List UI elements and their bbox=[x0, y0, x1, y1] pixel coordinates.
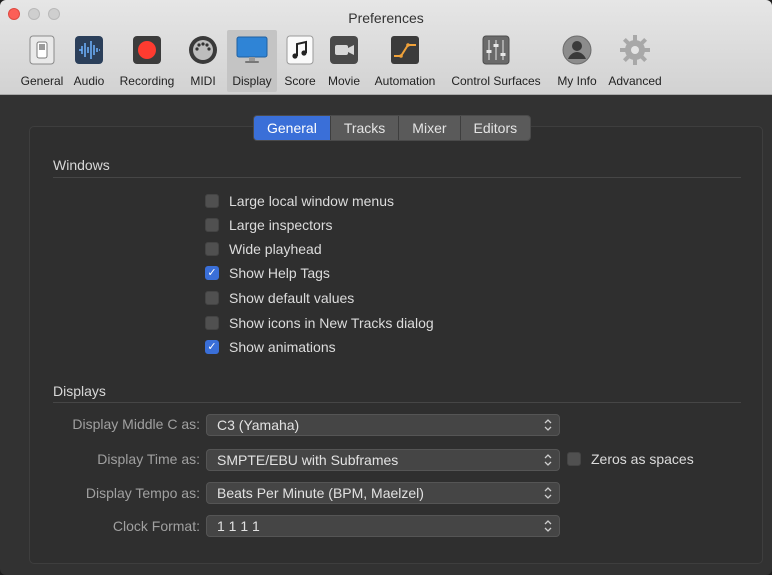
option-large-inspectors[interactable]: Large inspectors bbox=[205, 215, 333, 235]
checkbox-label: Large inspectors bbox=[229, 217, 333, 233]
toolbar-label: Recording bbox=[119, 74, 175, 88]
checkbox-label: Show Help Tags bbox=[229, 265, 330, 281]
checkbox[interactable] bbox=[205, 242, 219, 256]
toolbar-audio[interactable]: Audio bbox=[70, 30, 108, 92]
option-show-icons-new-tracks[interactable]: Show icons in New Tracks dialog bbox=[205, 313, 434, 333]
checkbox-label: Wide playhead bbox=[229, 241, 322, 257]
option-show-help-tags[interactable]: ✓ Show Help Tags bbox=[205, 263, 330, 283]
toolbar-display[interactable]: Display bbox=[227, 30, 277, 92]
toolbar-control-surfaces[interactable]: Control Surfaces bbox=[446, 30, 546, 92]
toolbar-movie[interactable]: Movie bbox=[323, 30, 365, 92]
camera-icon bbox=[330, 36, 358, 64]
toolbar-label: Display bbox=[232, 74, 272, 88]
select-value: C3 (Yamaha) bbox=[217, 417, 300, 433]
chevron-up-down-icon bbox=[544, 419, 552, 431]
select-value: SMPTE/EBU with Subframes bbox=[217, 452, 399, 468]
gear-icon bbox=[620, 35, 650, 65]
toolbar-label: General bbox=[20, 74, 64, 88]
checkbox[interactable] bbox=[567, 452, 581, 466]
checkbox-label: Show default values bbox=[229, 290, 355, 306]
midi-port-icon bbox=[189, 36, 217, 64]
checkbox-label: Show animations bbox=[229, 339, 336, 355]
checkbox[interactable] bbox=[205, 218, 219, 232]
checkbox[interactable] bbox=[205, 316, 219, 330]
checkmark-icon: ✓ bbox=[207, 266, 217, 279]
windows-section-title: Windows bbox=[53, 157, 110, 173]
checkbox-label: Large local window menus bbox=[229, 193, 394, 209]
toolbar-my-info[interactable]: My Info bbox=[552, 30, 602, 92]
record-icon bbox=[133, 36, 161, 64]
select-value: Beats Per Minute (BPM, Maelzel) bbox=[217, 485, 424, 501]
tempo-select[interactable]: Beats Per Minute (BPM, Maelzel) bbox=[206, 482, 560, 504]
toolbar-label: MIDI bbox=[190, 74, 216, 88]
toolbar-automation[interactable]: Automation bbox=[369, 30, 441, 92]
preferences-window: Preferences General Audio Recording MIDI… bbox=[0, 0, 772, 575]
middle-c-label: Display Middle C as: bbox=[72, 416, 200, 432]
music-note-icon bbox=[286, 35, 314, 65]
tab-general[interactable]: General bbox=[254, 116, 331, 140]
window-title: Preferences bbox=[348, 10, 424, 26]
windows-divider bbox=[53, 177, 741, 178]
title-bar: Preferences General Audio Recording MIDI… bbox=[0, 0, 772, 95]
tab-editors[interactable]: Editors bbox=[461, 116, 531, 140]
checkbox-checked[interactable]: ✓ bbox=[205, 266, 219, 280]
tab-bar: General Tracks Mixer Editors bbox=[253, 115, 532, 141]
tab-tracks[interactable]: Tracks bbox=[331, 116, 400, 140]
clock-format-label: Clock Format: bbox=[112, 518, 200, 534]
switch-icon bbox=[29, 35, 55, 65]
option-show-animations[interactable]: ✓ Show animations bbox=[205, 337, 336, 357]
clock-format-select[interactable]: 1 1 1 1 bbox=[206, 515, 560, 537]
checkbox[interactable] bbox=[205, 194, 219, 208]
tab-mixer[interactable]: Mixer bbox=[399, 116, 461, 140]
checkmark-icon: ✓ bbox=[207, 340, 217, 353]
toolbar-label: My Info bbox=[557, 74, 597, 88]
time-select[interactable]: SMPTE/EBU with Subframes bbox=[206, 449, 560, 471]
toolbar-score[interactable]: Score bbox=[281, 30, 319, 92]
checkbox-checked[interactable]: ✓ bbox=[205, 340, 219, 354]
toolbar-advanced[interactable]: Advanced bbox=[606, 30, 664, 92]
option-show-default-values[interactable]: Show default values bbox=[205, 288, 354, 308]
time-label: Display Time as: bbox=[97, 451, 200, 467]
waveform-icon bbox=[75, 36, 103, 64]
displays-divider bbox=[53, 402, 741, 403]
checkbox-label: Zeros as spaces bbox=[591, 451, 694, 467]
toolbar-recording[interactable]: Recording bbox=[114, 30, 180, 92]
toolbar-label: Automation bbox=[374, 74, 436, 88]
faders-icon bbox=[482, 35, 510, 65]
toolbar-label: Audio bbox=[73, 74, 105, 88]
automation-curve-icon bbox=[391, 36, 419, 64]
chevron-up-down-icon bbox=[544, 487, 552, 499]
toolbar-general[interactable]: General bbox=[17, 30, 67, 92]
toolbar-label: Control Surfaces bbox=[451, 74, 541, 88]
monitor-icon bbox=[236, 36, 268, 63]
option-zeros-as-spaces[interactable]: Zeros as spaces bbox=[567, 449, 694, 469]
toolbar-label: Score bbox=[284, 74, 316, 88]
toolbar-label: Advanced bbox=[608, 74, 662, 88]
chevron-up-down-icon bbox=[544, 454, 552, 466]
option-large-local-window-menus[interactable]: Large local window menus bbox=[205, 191, 394, 211]
checkbox-label: Show icons in New Tracks dialog bbox=[229, 315, 434, 331]
select-value: 1 1 1 1 bbox=[217, 518, 260, 534]
toolbar-midi[interactable]: MIDI bbox=[186, 30, 220, 92]
toolbar-label: Movie bbox=[327, 74, 360, 88]
tempo-label: Display Tempo as: bbox=[85, 485, 200, 501]
option-wide-playhead[interactable]: Wide playhead bbox=[205, 239, 322, 259]
chevron-up-down-icon bbox=[544, 520, 552, 532]
middle-c-select[interactable]: C3 (Yamaha) bbox=[206, 414, 560, 436]
displays-section-title: Displays bbox=[53, 383, 106, 399]
user-icon bbox=[562, 35, 592, 65]
checkbox[interactable] bbox=[205, 291, 219, 305]
